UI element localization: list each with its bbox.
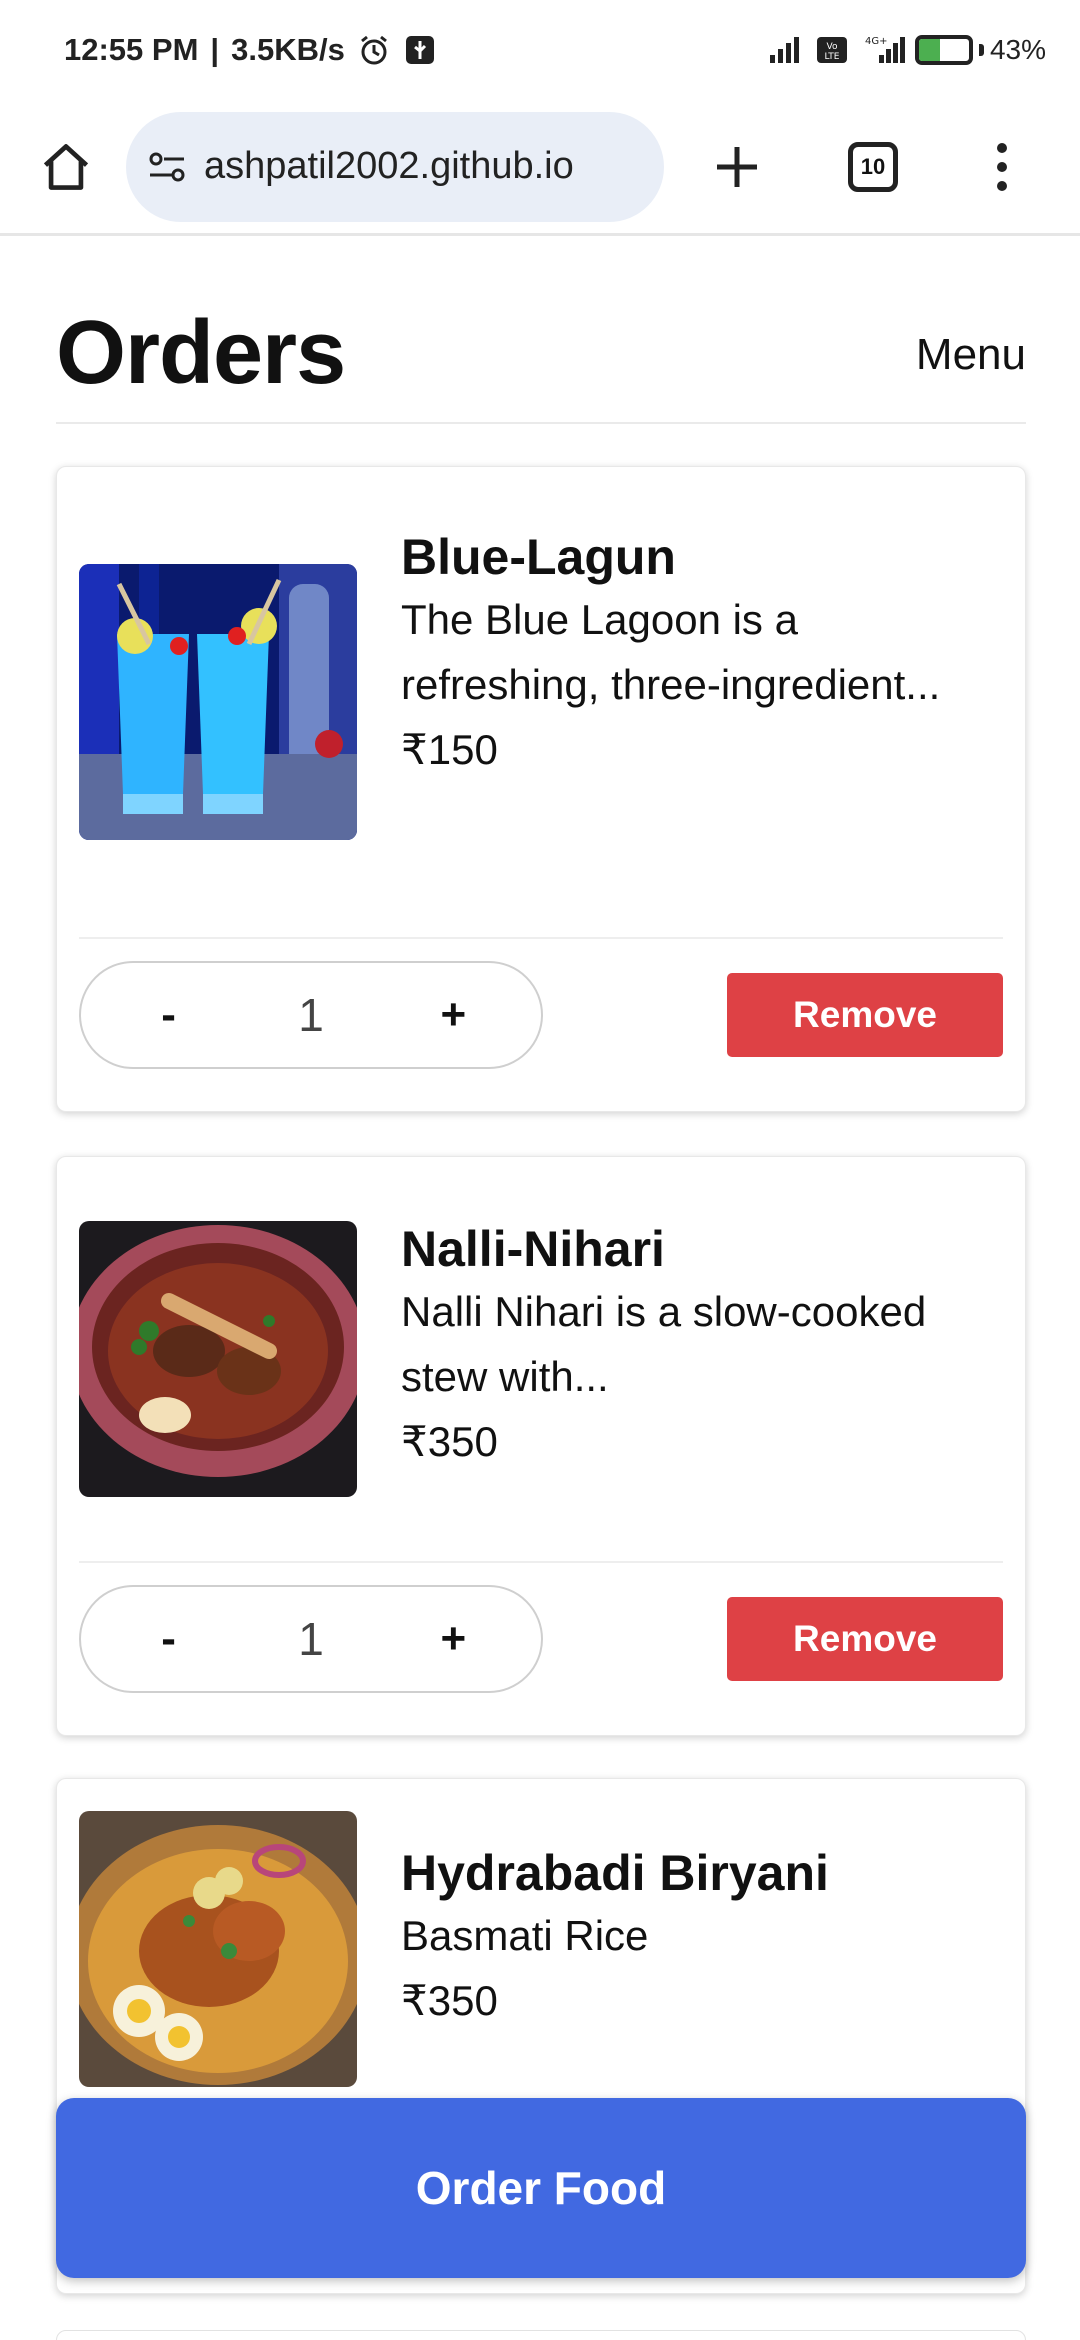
battery-indicator: 43% bbox=[914, 34, 1046, 66]
food-image-blue-lagun bbox=[79, 564, 357, 840]
order-food-button[interactable]: Order Food bbox=[56, 2098, 1026, 2278]
alarm-icon bbox=[357, 33, 391, 67]
network-speed: 3.5KB/s bbox=[231, 32, 345, 67]
food-price: ₹150 bbox=[401, 726, 498, 773]
food-info: Nalli-Nihari Nalli Nihari is a slow-cook… bbox=[401, 1219, 1005, 1474]
food-description: Nalli Nihari is a slow-cooked stew with.… bbox=[401, 1288, 927, 1400]
svg-text:Vo: Vo bbox=[826, 42, 837, 52]
food-info: Blue-Lagun The Blue Lagoon is a refreshi… bbox=[401, 527, 1005, 782]
food-price: ₹350 bbox=[401, 1418, 498, 1465]
status-time: 12:55 PM bbox=[64, 32, 199, 67]
battery-icon bbox=[914, 35, 973, 65]
decrease-button[interactable]: - bbox=[81, 1614, 256, 1664]
remove-button[interactable]: Remove bbox=[727, 1597, 1003, 1681]
page-header: Orders Menu bbox=[56, 290, 1026, 424]
food-image-nalli-nihari bbox=[79, 1221, 357, 1497]
address-bar[interactable]: ashpatil2002.github.io bbox=[126, 111, 664, 222]
usb-icon bbox=[403, 33, 437, 67]
more-options-dot bbox=[997, 180, 1007, 191]
increase-button[interactable]: + bbox=[366, 990, 541, 1040]
decrease-button[interactable]: - bbox=[81, 990, 256, 1040]
home-icon bbox=[43, 143, 89, 190]
card-divider bbox=[79, 1561, 1003, 1563]
order-card: Nalli-Nihari Nalli Nihari is a slow-cook… bbox=[56, 1156, 1026, 1736]
quantity-value: 1 bbox=[298, 989, 324, 1041]
status-right: Vo LTE 4G+ 43% bbox=[765, 33, 1046, 67]
more-options-dot bbox=[997, 161, 1007, 172]
status-bar: 12:55 PM | 3.5KB/s Vo LTE 4G+ 43% bbox=[0, 0, 1080, 100]
battery-fill bbox=[918, 39, 941, 61]
quantity-value: 1 bbox=[298, 1613, 324, 1665]
food-description: Basmati Rice bbox=[401, 1912, 649, 1959]
remove-button[interactable]: Remove bbox=[727, 973, 1003, 1057]
url-text: ashpatil2002.github.io bbox=[204, 145, 574, 187]
food-price: ₹350 bbox=[401, 1977, 498, 2024]
svg-text:4G+: 4G+ bbox=[865, 36, 888, 47]
menu-link[interactable]: Menu bbox=[916, 330, 1026, 380]
home-button[interactable] bbox=[20, 121, 112, 213]
food-name: Blue-Lagun bbox=[401, 529, 676, 585]
food-info: Hydrabadi Biryani Basmati Rice ₹350 bbox=[401, 1843, 1005, 2033]
quantity-stepper: - 1 + bbox=[79, 961, 543, 1069]
page-title: Orders bbox=[56, 303, 346, 403]
food-name: Nalli-Nihari bbox=[401, 1221, 665, 1277]
battery-percent: 43% bbox=[989, 34, 1046, 65]
next-card-edge bbox=[56, 2330, 1026, 2340]
more-options-icon bbox=[997, 142, 1007, 153]
order-card: Blue-Lagun The Blue Lagoon is a refreshi… bbox=[56, 466, 1026, 1112]
new-tab-icon bbox=[717, 146, 757, 187]
food-name: Hydrabadi Biryani bbox=[401, 1845, 829, 1901]
svg-text:LTE: LTE bbox=[824, 52, 839, 62]
status-left: 12:55 PM | 3.5KB/s bbox=[64, 32, 437, 68]
quantity-stepper: - 1 + bbox=[79, 1585, 543, 1693]
tab-switcher-button[interactable]: 10 bbox=[828, 122, 918, 212]
food-description: The Blue Lagoon is a refreshing, three-i… bbox=[401, 596, 941, 708]
increase-button[interactable]: + bbox=[366, 1614, 541, 1664]
signal-icon bbox=[765, 33, 799, 67]
site-settings-icon bbox=[149, 152, 185, 181]
tab-switcher-icon: 10 bbox=[848, 141, 898, 192]
status-separator: | bbox=[210, 32, 220, 67]
battery-tip bbox=[978, 44, 984, 56]
more-options-button[interactable] bbox=[962, 122, 1042, 212]
new-tab-button[interactable] bbox=[692, 122, 782, 212]
food-image-hydrabadi-biryani bbox=[79, 1811, 357, 2087]
volte-icon: Vo LTE bbox=[815, 33, 849, 67]
signal-4g-icon: 4G+ bbox=[865, 33, 905, 67]
browser-toolbar: ashpatil2002.github.io 10 bbox=[0, 100, 1080, 236]
card-divider bbox=[79, 937, 1003, 939]
